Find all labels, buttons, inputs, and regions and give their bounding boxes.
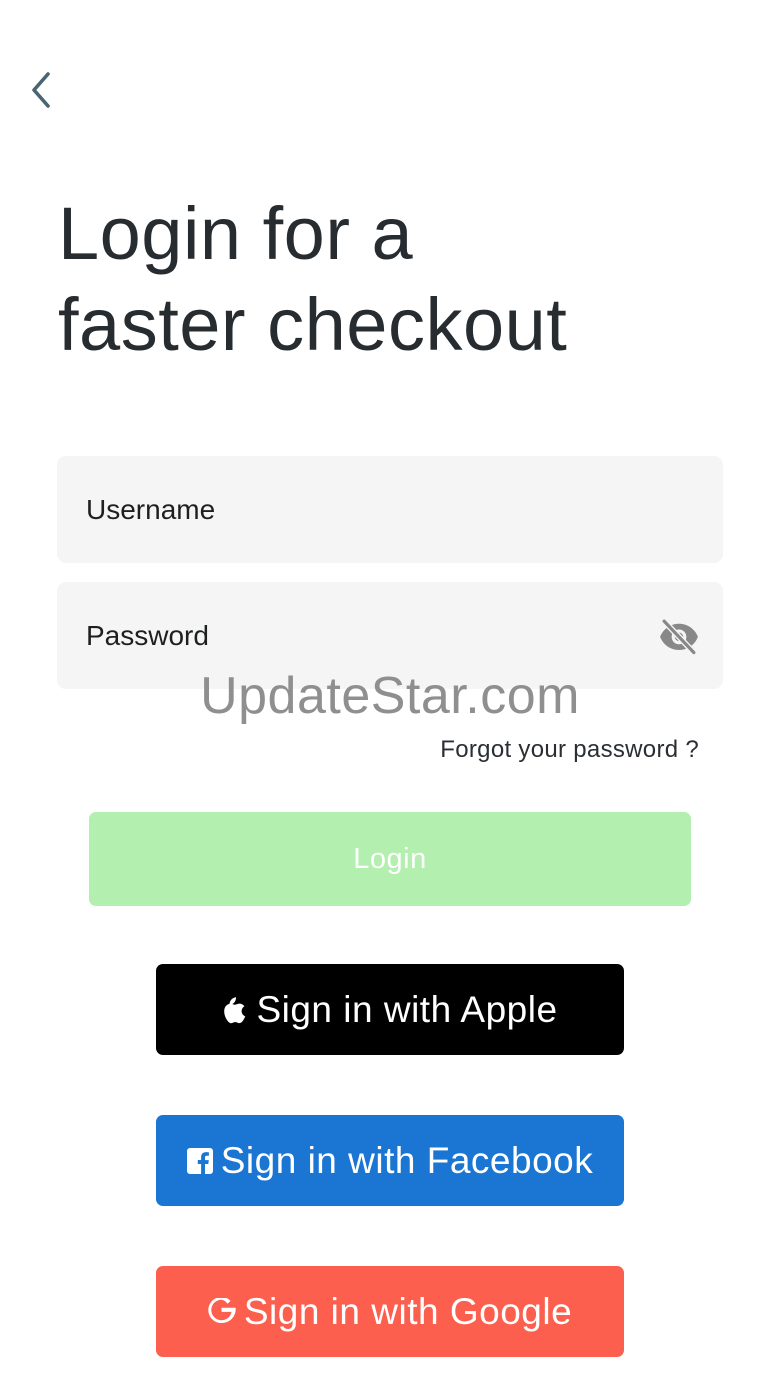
password-field[interactable] bbox=[57, 582, 723, 689]
login-button[interactable]: Login bbox=[89, 812, 691, 906]
username-input[interactable] bbox=[86, 493, 606, 526]
eye-off-icon bbox=[660, 617, 698, 656]
sign-in-google-button[interactable]: Sign in with Google bbox=[156, 1266, 624, 1357]
forgot-password-link[interactable]: Forgot your password ? bbox=[440, 736, 699, 764]
page-title-line-1: Login for a bbox=[58, 192, 414, 275]
sign-in-google-label: Sign in with Google bbox=[243, 1290, 573, 1332]
username-field[interactable] bbox=[57, 456, 723, 563]
sign-in-facebook-button[interactable]: Sign in with Facebook bbox=[156, 1115, 624, 1206]
sign-in-apple-button[interactable]: Sign in with Apple bbox=[156, 964, 624, 1055]
password-input[interactable] bbox=[86, 619, 606, 652]
page-title-line-2: faster checkout bbox=[58, 283, 568, 366]
sign-in-apple-label: Sign in with Apple bbox=[256, 988, 558, 1030]
apple-icon bbox=[222, 995, 246, 1025]
page-title: Login for a faster checkout bbox=[58, 188, 738, 370]
sign-in-facebook-label: Sign in with Facebook bbox=[220, 1139, 594, 1181]
password-visibility-toggle[interactable] bbox=[657, 614, 701, 658]
google-icon bbox=[208, 1297, 236, 1326]
back-button[interactable] bbox=[22, 66, 62, 114]
facebook-icon bbox=[186, 1147, 213, 1174]
chevron-left-icon bbox=[32, 72, 50, 108]
